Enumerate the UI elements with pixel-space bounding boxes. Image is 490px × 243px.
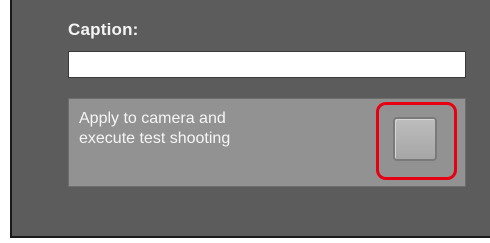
apply-description-line-1: Apply to camera and — [79, 110, 226, 127]
caption-label: Caption: — [68, 20, 139, 39]
screenshot-frame: Caption: Apply to camera and execute tes… — [0, 0, 490, 243]
red-highlight-outline — [376, 102, 457, 180]
apply-test-shooting-section: Apply to camera and execute test shootin… — [68, 98, 466, 187]
apply-description-line-2: execute test shooting — [79, 130, 231, 147]
caption-input[interactable] — [68, 51, 466, 78]
apply-and-test-shoot-button[interactable] — [393, 117, 437, 161]
caption-settings-panel: Caption: Apply to camera and execute tes… — [10, 0, 490, 238]
apply-description: Apply to camera and execute test shootin… — [79, 109, 339, 149]
